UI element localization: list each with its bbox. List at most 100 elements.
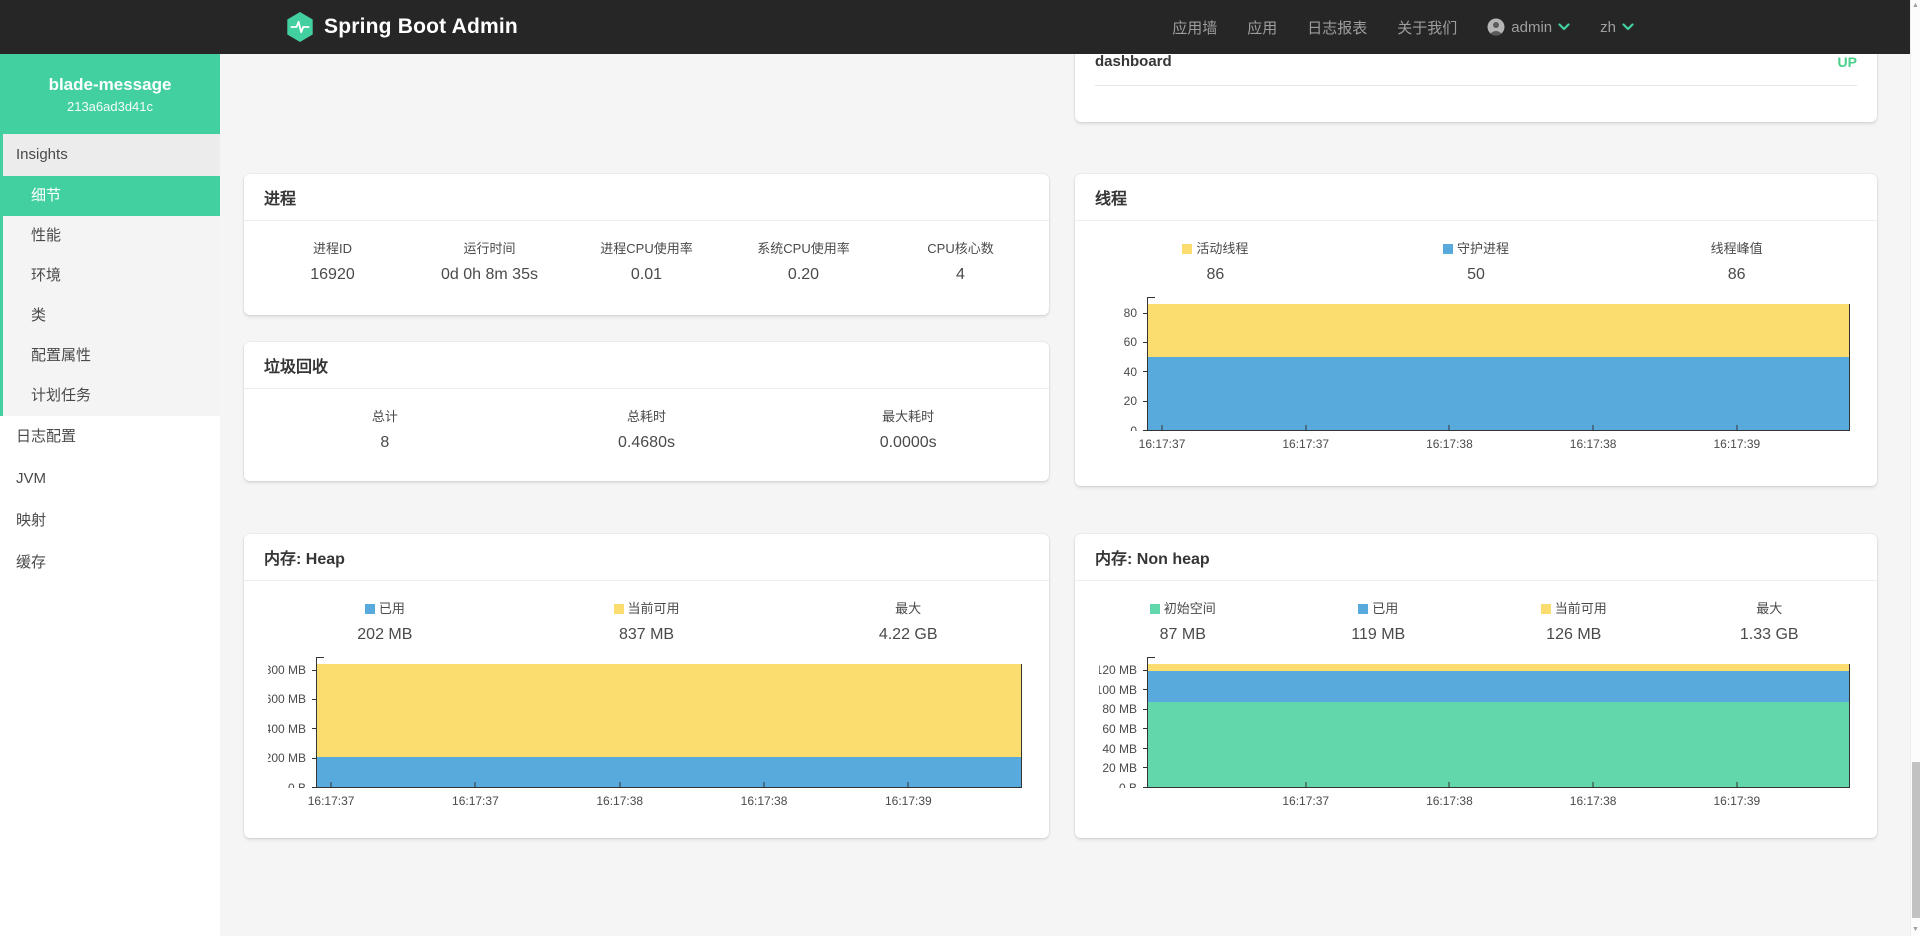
sidebar-item-jvm[interactable]: JVM (0, 458, 220, 500)
stat-label: CPU核心数 (882, 238, 1039, 257)
stat-label: 最大耗时 (777, 406, 1039, 425)
sidebar-item-mappings[interactable]: 映射 (0, 500, 220, 542)
nonheap-stats: 初始空间 87 MB已用119 MB当前可用126 MB最大1.33 GB (1075, 581, 1877, 648)
chart-area-band (1148, 702, 1849, 787)
y-axis-label: 20 (1124, 394, 1137, 408)
y-axis-tick (1143, 401, 1147, 402)
stat-column: 当前可用 837 MB (516, 598, 778, 644)
y-axis-tick (1143, 430, 1147, 431)
nav-item-journal[interactable]: 日志报表 (1307, 17, 1367, 38)
threads-chart: 02040608016:17:3716:17:3716:17:3816:17:3… (1099, 304, 1853, 454)
divider (1095, 85, 1857, 86)
stat-value: 202 MB (254, 626, 516, 644)
stat-label: 初始空间 (1085, 598, 1281, 617)
y-axis-label: 80 MB (1102, 702, 1137, 716)
sidebar-section-insights[interactable]: Insights (3, 134, 220, 176)
stat-value: 4.22 GB (777, 626, 1039, 644)
stat-value: 4 (882, 266, 1039, 284)
process-card: 进程 进程ID 16920运行时间0d 0h 8m 35s进程CPU使用率0.01… (244, 174, 1049, 315)
stat-column: 当前可用126 MB (1476, 598, 1672, 644)
language-menu[interactable]: zh (1600, 19, 1634, 36)
sidebar-item-classes[interactable]: 类 (3, 296, 220, 336)
stat-label-text: 初始空间 (1164, 601, 1216, 616)
sidebar-item-details[interactable]: 细节 (3, 176, 220, 216)
x-axis-label: 16:17:37 (1282, 794, 1329, 808)
sidebar-group-insights: Insights 细节 性能 环境 类 配置属性 计划任务 (0, 134, 220, 416)
stat-value: 0.4680s (516, 434, 778, 452)
stat-column: 进程ID 16920 (254, 238, 411, 284)
card-title: 进程 (244, 174, 1049, 221)
stat-label: 守护进程 (1346, 238, 1607, 257)
stat-label: 进程ID (254, 238, 411, 257)
chart-plot-area: 16:17:3716:17:3716:17:3816:17:3816:17:39 (1147, 304, 1850, 431)
y-axis-label: 60 MB (1102, 722, 1137, 736)
stat-column: 运行时间0d 0h 8m 35s (411, 238, 568, 284)
user-menu[interactable]: admin (1487, 18, 1570, 36)
scrollbar-thumb[interactable] (1912, 762, 1920, 918)
stat-label-text: 活动线程 (1196, 241, 1248, 256)
x-axis-label: 16:17:38 (1426, 794, 1473, 808)
page-scrollbar[interactable]: ▲ ▼ (1910, 0, 1920, 936)
chart-area-band (317, 757, 1021, 787)
sidebar-item-loggers[interactable]: 日志配置 (0, 416, 220, 458)
stat-label-text: 总耗时 (627, 409, 666, 424)
stat-label: 总耗时 (516, 406, 778, 425)
stat-column: 守护进程50 (1346, 238, 1607, 284)
stat-value: 87 MB (1085, 626, 1281, 644)
y-axis-tick (1143, 748, 1147, 749)
sidebar-item-caches[interactable]: 缓存 (0, 542, 220, 584)
stat-value: 837 MB (516, 626, 778, 644)
stat-label: 当前可用 (516, 598, 778, 617)
stat-label-text: 进程ID (313, 241, 352, 256)
sidebar-nav: Insights 细节 性能 环境 类 配置属性 计划任务 日志配置 JVM 映… (0, 134, 220, 584)
sidebar-item-scheduled-tasks[interactable]: 计划任务 (3, 376, 220, 416)
y-axis-label: 60 (1124, 335, 1137, 349)
scrollbar-down-arrow-icon[interactable]: ▼ (1911, 924, 1920, 936)
top-navbar: Spring Boot Admin 应用墙 应用 日志报表 关于我们 admin… (0, 0, 1920, 54)
nonheap-chart: 0 B20 MB40 MB60 MB80 MB100 MB120 MB16:17… (1099, 664, 1853, 811)
sidebar-item-config-properties[interactable]: 配置属性 (3, 336, 220, 376)
stat-label: 已用 (1281, 598, 1477, 617)
stat-value: 0.20 (725, 266, 882, 284)
stat-value: 0.01 (568, 266, 725, 284)
stat-value: 0d 0h 8m 35s (411, 266, 568, 284)
x-axis-tick (1162, 425, 1163, 430)
y-axis-label: 40 MB (1102, 742, 1137, 756)
stat-column: 进程CPU使用率0.01 (568, 238, 725, 284)
y-axis-tick (312, 728, 316, 729)
sidebar-item-metrics[interactable]: 性能 (3, 216, 220, 256)
nav-item-wallboard[interactable]: 应用墙 (1172, 17, 1217, 38)
x-axis-tick (331, 782, 332, 787)
x-axis-label: 16:17:38 (741, 794, 788, 808)
stat-label-text: 最大 (895, 601, 921, 616)
stat-label-text: 守护进程 (1457, 241, 1509, 256)
stat-label-text: 当前可用 (1555, 601, 1607, 616)
stat-value: 8 (254, 434, 516, 452)
stat-column: 活动线程86 (1085, 238, 1346, 284)
stat-label-text: 已用 (379, 601, 405, 616)
x-axis-label: 16:17:37 (1139, 437, 1186, 451)
x-axis-tick (1593, 782, 1594, 787)
y-axis-labels: 0 B200 MB400 MB600 MB800 MB (268, 664, 306, 788)
application-name: blade-message (49, 75, 172, 95)
sidebar-item-environment[interactable]: 环境 (3, 256, 220, 296)
stat-column: 最大 4.22 GB (777, 598, 1039, 644)
stat-label: 活动线程 (1085, 238, 1346, 257)
x-axis-label: 16:17:39 (1713, 794, 1760, 808)
threads-stats: 活动线程86守护进程50线程峰值86 (1075, 221, 1877, 288)
stat-label: 线程峰值 (1606, 238, 1867, 257)
stat-column: 最大1.33 GB (1672, 598, 1868, 644)
process-stats: 进程ID 16920运行时间0d 0h 8m 35s进程CPU使用率0.01系统C… (244, 221, 1049, 288)
brand[interactable]: Spring Boot Admin (286, 12, 518, 42)
stat-value: 16920 (254, 266, 411, 284)
scrollbar-up-arrow-icon[interactable]: ▲ (1911, 0, 1920, 12)
stat-label: 系统CPU使用率 (725, 238, 882, 257)
stat-column: 已用119 MB (1281, 598, 1477, 644)
stat-label-text: 总计 (372, 409, 398, 424)
stat-column: CPU核心数 4 (882, 238, 1039, 284)
stat-label: 最大 (777, 598, 1039, 617)
x-axis-tick (1736, 782, 1737, 787)
nav-item-about[interactable]: 关于我们 (1397, 17, 1457, 38)
nav-item-applications[interactable]: 应用 (1247, 17, 1277, 38)
legend-square-icon (1150, 604, 1160, 614)
